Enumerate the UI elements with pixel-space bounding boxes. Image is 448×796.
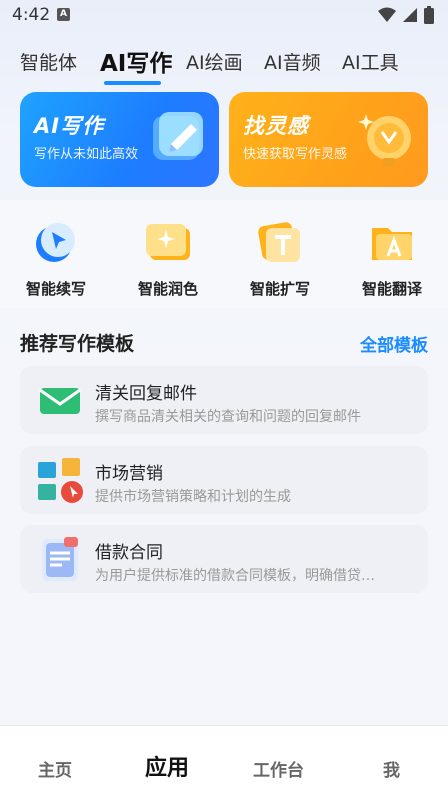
template-title: 借款合同 xyxy=(95,543,163,563)
template-desc: 提供市场营销策略和计划的生成 xyxy=(95,489,291,505)
tool-continue-writing[interactable]: 智能续写 xyxy=(6,218,106,299)
nav-workbench[interactable]: 工作台 xyxy=(253,756,304,781)
notification-icon: A xyxy=(57,8,70,21)
status-icons xyxy=(378,6,434,24)
template-item[interactable]: 清关回复邮件 撰写商品清关相关的查询和问题的回复邮件 xyxy=(20,366,428,434)
wifi-icon xyxy=(378,7,396,22)
battery-icon xyxy=(424,6,434,24)
category-tabs: 智能体 AI写作 AI绘画 AI音频 AI工具 xyxy=(0,44,448,88)
tool-polish[interactable]: 智能润色 xyxy=(118,218,218,299)
status-bar: 4:42 A xyxy=(0,0,448,32)
banner-title: AI写作 xyxy=(34,114,105,138)
tool-label: 智能扩写 xyxy=(249,280,310,298)
ai-writing-banner[interactable]: AI写作 写作从未如此高效 xyxy=(20,92,219,187)
tool-label: 智能续写 xyxy=(25,280,86,298)
template-title: 清关回复邮件 xyxy=(95,384,197,404)
tab-ai-audio[interactable]: AI音频 xyxy=(264,48,321,75)
template-desc: 撰写商品清关相关的查询和问题的回复邮件 xyxy=(95,409,361,425)
writing-tools: 智能续写 智能润色 智能扩写 智能翻译 xyxy=(0,200,448,308)
banner-subtitle: 写作从未如此高效 xyxy=(34,147,139,162)
mail-icon xyxy=(36,376,84,424)
text-expand-icon xyxy=(256,218,304,266)
tab-ai-writing[interactable]: AI写作 xyxy=(100,44,172,78)
tool-translate[interactable]: 智能翻译 xyxy=(342,218,442,299)
signal-icon xyxy=(403,8,417,22)
nav-apps[interactable]: 应用 xyxy=(145,750,189,782)
banner-subtitle: 快速获取写作灵感 xyxy=(243,147,348,162)
template-item[interactable]: 市场营销 提供市场营销策略和计划的生成 xyxy=(20,446,428,514)
active-tab-indicator xyxy=(104,81,161,85)
nav-home[interactable]: 主页 xyxy=(38,756,72,781)
tab-agent[interactable]: 智能体 xyxy=(20,48,77,75)
cursor-icon xyxy=(32,218,80,266)
banner-title: 找灵感 xyxy=(243,114,309,138)
marketing-cubes-icon xyxy=(36,456,84,504)
lightbulb-icon xyxy=(358,114,411,166)
template-title: 市场营销 xyxy=(95,464,163,484)
tab-ai-painting[interactable]: AI绘画 xyxy=(186,48,243,75)
template-desc: 为用户提供标准的借款合同模板，明确借贷… xyxy=(95,568,375,584)
find-inspiration-banner[interactable]: 找灵感 快速获取写作灵感 xyxy=(229,92,428,187)
nav-me[interactable]: 我 xyxy=(383,756,400,781)
tool-label: 智能润色 xyxy=(137,280,198,298)
pen-icon xyxy=(153,112,203,160)
contract-document-icon xyxy=(36,535,84,583)
translate-folder-icon xyxy=(368,218,416,266)
template-item[interactable]: 借款合同 为用户提供标准的借款合同模板，明确借贷… xyxy=(20,525,428,593)
sparkle-board-icon xyxy=(144,218,192,266)
all-templates-link[interactable]: 全部模板 xyxy=(360,331,428,356)
bottom-navigation: 主页 应用 工作台 我 xyxy=(0,725,448,796)
status-time: 4:42 xyxy=(12,5,51,25)
tool-expand[interactable]: 智能扩写 xyxy=(230,218,330,299)
tool-label: 智能翻译 xyxy=(361,280,422,298)
section-title: 推荐写作模板 xyxy=(20,333,135,355)
tab-ai-tools[interactable]: AI工具 xyxy=(342,48,399,75)
